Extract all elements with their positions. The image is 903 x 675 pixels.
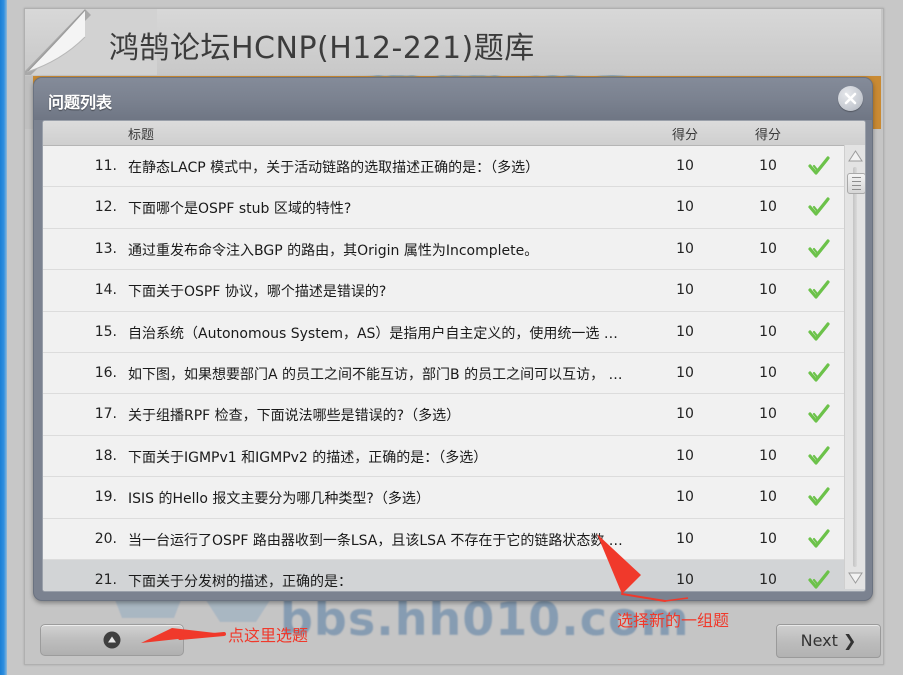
check-icon bbox=[808, 156, 830, 176]
row-score-2: 10 bbox=[759, 323, 777, 340]
vertical-scrollbar[interactable] bbox=[844, 145, 865, 589]
row-title: 当一台运行了OSPF 路由器收到一条LSA，且该LSA 不存在于它的链路状态数 … bbox=[128, 532, 623, 549]
triangle-up-circle-icon bbox=[103, 631, 121, 649]
table-row[interactable]: 19. ISIS 的Hello 报文主要分为哪几种类型?（多选） 10 10 bbox=[43, 477, 865, 519]
question-list-dialog: 问题列表 标题 得分 得分 11. 在静态LACP 模式中，关于活动链路的选取描述… bbox=[33, 77, 873, 601]
row-score-2: 10 bbox=[759, 489, 777, 506]
row-score-2: 10 bbox=[759, 447, 777, 464]
dialog-title: 问题列表 bbox=[48, 93, 113, 112]
row-score-1: 10 bbox=[676, 158, 694, 174]
table-row[interactable]: 15. 自治系统（Autonomous System，AS）是指用户自主定义的，使… bbox=[43, 311, 865, 353]
select-questions-button[interactable] bbox=[40, 624, 184, 656]
table-row[interactable]: 13. 通过重发布命令注入BGP 的路由，其Origin 属性为Incomplet… bbox=[43, 228, 865, 271]
row-title: ISIS 的Hello 报文主要分为哪几种类型?（多选） bbox=[128, 491, 430, 508]
row-score-2: 10 bbox=[759, 240, 777, 257]
row-score-2: 10 bbox=[759, 571, 777, 588]
row-title: 下面关于分发树的描述，正确的是： bbox=[128, 573, 352, 590]
row-number: 18. bbox=[94, 447, 117, 464]
scrollbar-thumb[interactable] bbox=[847, 173, 865, 194]
row-score-1: 10 bbox=[676, 530, 694, 547]
row-number: 11. bbox=[94, 158, 117, 174]
row-number: 17. bbox=[94, 406, 117, 423]
row-score-1: 10 bbox=[676, 447, 694, 464]
row-score-1: 10 bbox=[676, 571, 694, 588]
row-score-1: 10 bbox=[676, 489, 694, 506]
table-row[interactable]: 11. 在静态LACP 模式中，关于活动链路的选取描述正确的是：（多选） 10 10 bbox=[43, 146, 865, 188]
row-title: 在静态LACP 模式中，关于活动链路的选取描述正确的是：（多选） bbox=[128, 160, 540, 176]
row-number: 13. bbox=[94, 240, 117, 257]
row-score-1: 10 bbox=[676, 406, 694, 423]
check-icon bbox=[808, 280, 830, 300]
row-score-1: 10 bbox=[676, 240, 694, 257]
row-score-1: 10 bbox=[676, 323, 694, 340]
table-header: 标题 得分 得分 bbox=[43, 121, 865, 146]
question-table-body: 11. 在静态LACP 模式中，关于活动链路的选取描述正确的是：（多选） 10 10 1… bbox=[43, 146, 865, 591]
row-title: 下面关于OSPF 协议，哪个描述是错误的? bbox=[128, 284, 387, 301]
column-header-score-2: 得分 bbox=[754, 128, 781, 143]
screenshot-root: 鸿鹄论坛 bbs.hh010.com 鸿鹄论坛HCNP(H12-221)题库 问… bbox=[0, 0, 903, 675]
row-title: 如下图，如果想要部门A 的员工之间不能互访，部门B 的员工之间可以互访， … bbox=[128, 366, 623, 383]
row-score-2: 10 bbox=[759, 199, 777, 216]
row-number: 20. bbox=[94, 530, 117, 547]
row-score-2: 10 bbox=[759, 406, 777, 423]
table-row[interactable]: 12. 下面哪个是OSPF stub 区域的特性? 10 10 bbox=[43, 187, 865, 229]
triangle-up-icon[interactable] bbox=[847, 148, 864, 165]
row-score-2: 10 bbox=[759, 530, 777, 547]
table-row[interactable]: 14. 下面关于OSPF 协议，哪个描述是错误的? 10 10 bbox=[43, 270, 865, 312]
table-row[interactable]: 16. 如下图，如果想要部门A 的员工之间不能互访，部门B 的员工之间可以互访， … bbox=[43, 352, 865, 395]
page-header-band: 鸿鹄论坛HCNP(H12-221)题库 bbox=[25, 9, 881, 75]
check-icon bbox=[808, 239, 830, 259]
row-score-1: 10 bbox=[676, 199, 694, 216]
row-title: 自治系统（Autonomous System，AS）是指用户自主定义的，使用统一… bbox=[128, 325, 618, 342]
page-title: 鸿鹄论坛HCNP(H12-221)题库 bbox=[109, 31, 535, 66]
row-title: 关于组播RPF 检查，下面说法哪些是错误的?（多选） bbox=[128, 408, 461, 425]
row-score-2: 10 bbox=[759, 158, 777, 174]
table-row[interactable]: 21. 下面关于分发树的描述，正确的是： 10 10 bbox=[43, 559, 865, 591]
row-number: 14. bbox=[94, 282, 117, 299]
column-header-score-1: 得分 bbox=[671, 128, 698, 143]
row-number: 21. bbox=[94, 571, 117, 588]
table-row[interactable]: 20. 当一台运行了OSPF 路由器收到一条LSA，且该LSA 不存在于它的链路状… bbox=[43, 518, 865, 560]
annotation-select-here: 点这里选题 bbox=[228, 626, 309, 645]
row-number: 12. bbox=[94, 199, 117, 216]
check-icon bbox=[808, 321, 830, 342]
row-score-1: 10 bbox=[676, 282, 694, 299]
scrollbar-track[interactable] bbox=[853, 167, 857, 567]
check-icon bbox=[808, 528, 830, 549]
row-score-2: 10 bbox=[759, 282, 777, 299]
check-icon bbox=[808, 487, 830, 507]
row-number: 19. bbox=[94, 489, 117, 506]
check-icon bbox=[808, 446, 830, 466]
accent-band-gap bbox=[25, 76, 33, 129]
check-icon bbox=[808, 404, 830, 424]
row-score-1: 10 bbox=[676, 364, 694, 381]
check-icon bbox=[808, 570, 830, 590]
table-row[interactable]: 17. 关于组播RPF 检查，下面说法哪些是错误的?（多选） 10 10 bbox=[43, 394, 865, 436]
triangle-down-icon[interactable] bbox=[847, 569, 864, 586]
table-row[interactable]: 18. 下面关于IGMPv1 和IGMPv2 的描述，正确的是：（多选） 10 10 bbox=[43, 435, 865, 478]
close-icon[interactable] bbox=[838, 86, 863, 111]
row-number: 15. bbox=[94, 323, 117, 340]
annotation-new-group: 选择新的一组题 bbox=[617, 611, 730, 630]
browser-left-edge bbox=[0, 0, 7, 675]
row-title: 下面哪个是OSPF stub 区域的特性? bbox=[128, 201, 352, 218]
check-icon bbox=[808, 197, 830, 217]
dialog-body: 标题 得分 得分 11. 在静态LACP 模式中，关于活动链路的选取描述正确的是：… bbox=[42, 120, 866, 592]
dialog-titlebar: 问题列表 bbox=[34, 78, 872, 120]
row-number: 16. bbox=[94, 364, 117, 381]
row-score-2: 10 bbox=[759, 364, 777, 381]
next-button[interactable]: Next ❯ bbox=[776, 624, 881, 658]
row-title: 通过重发布命令注入BGP 的路由，其Origin 属性为Incomplete。 bbox=[128, 242, 539, 259]
column-header-title: 标题 bbox=[128, 128, 155, 143]
row-title: 下面关于IGMPv1 和IGMPv2 的描述，正确的是：（多选） bbox=[128, 449, 488, 466]
check-icon bbox=[808, 363, 830, 383]
